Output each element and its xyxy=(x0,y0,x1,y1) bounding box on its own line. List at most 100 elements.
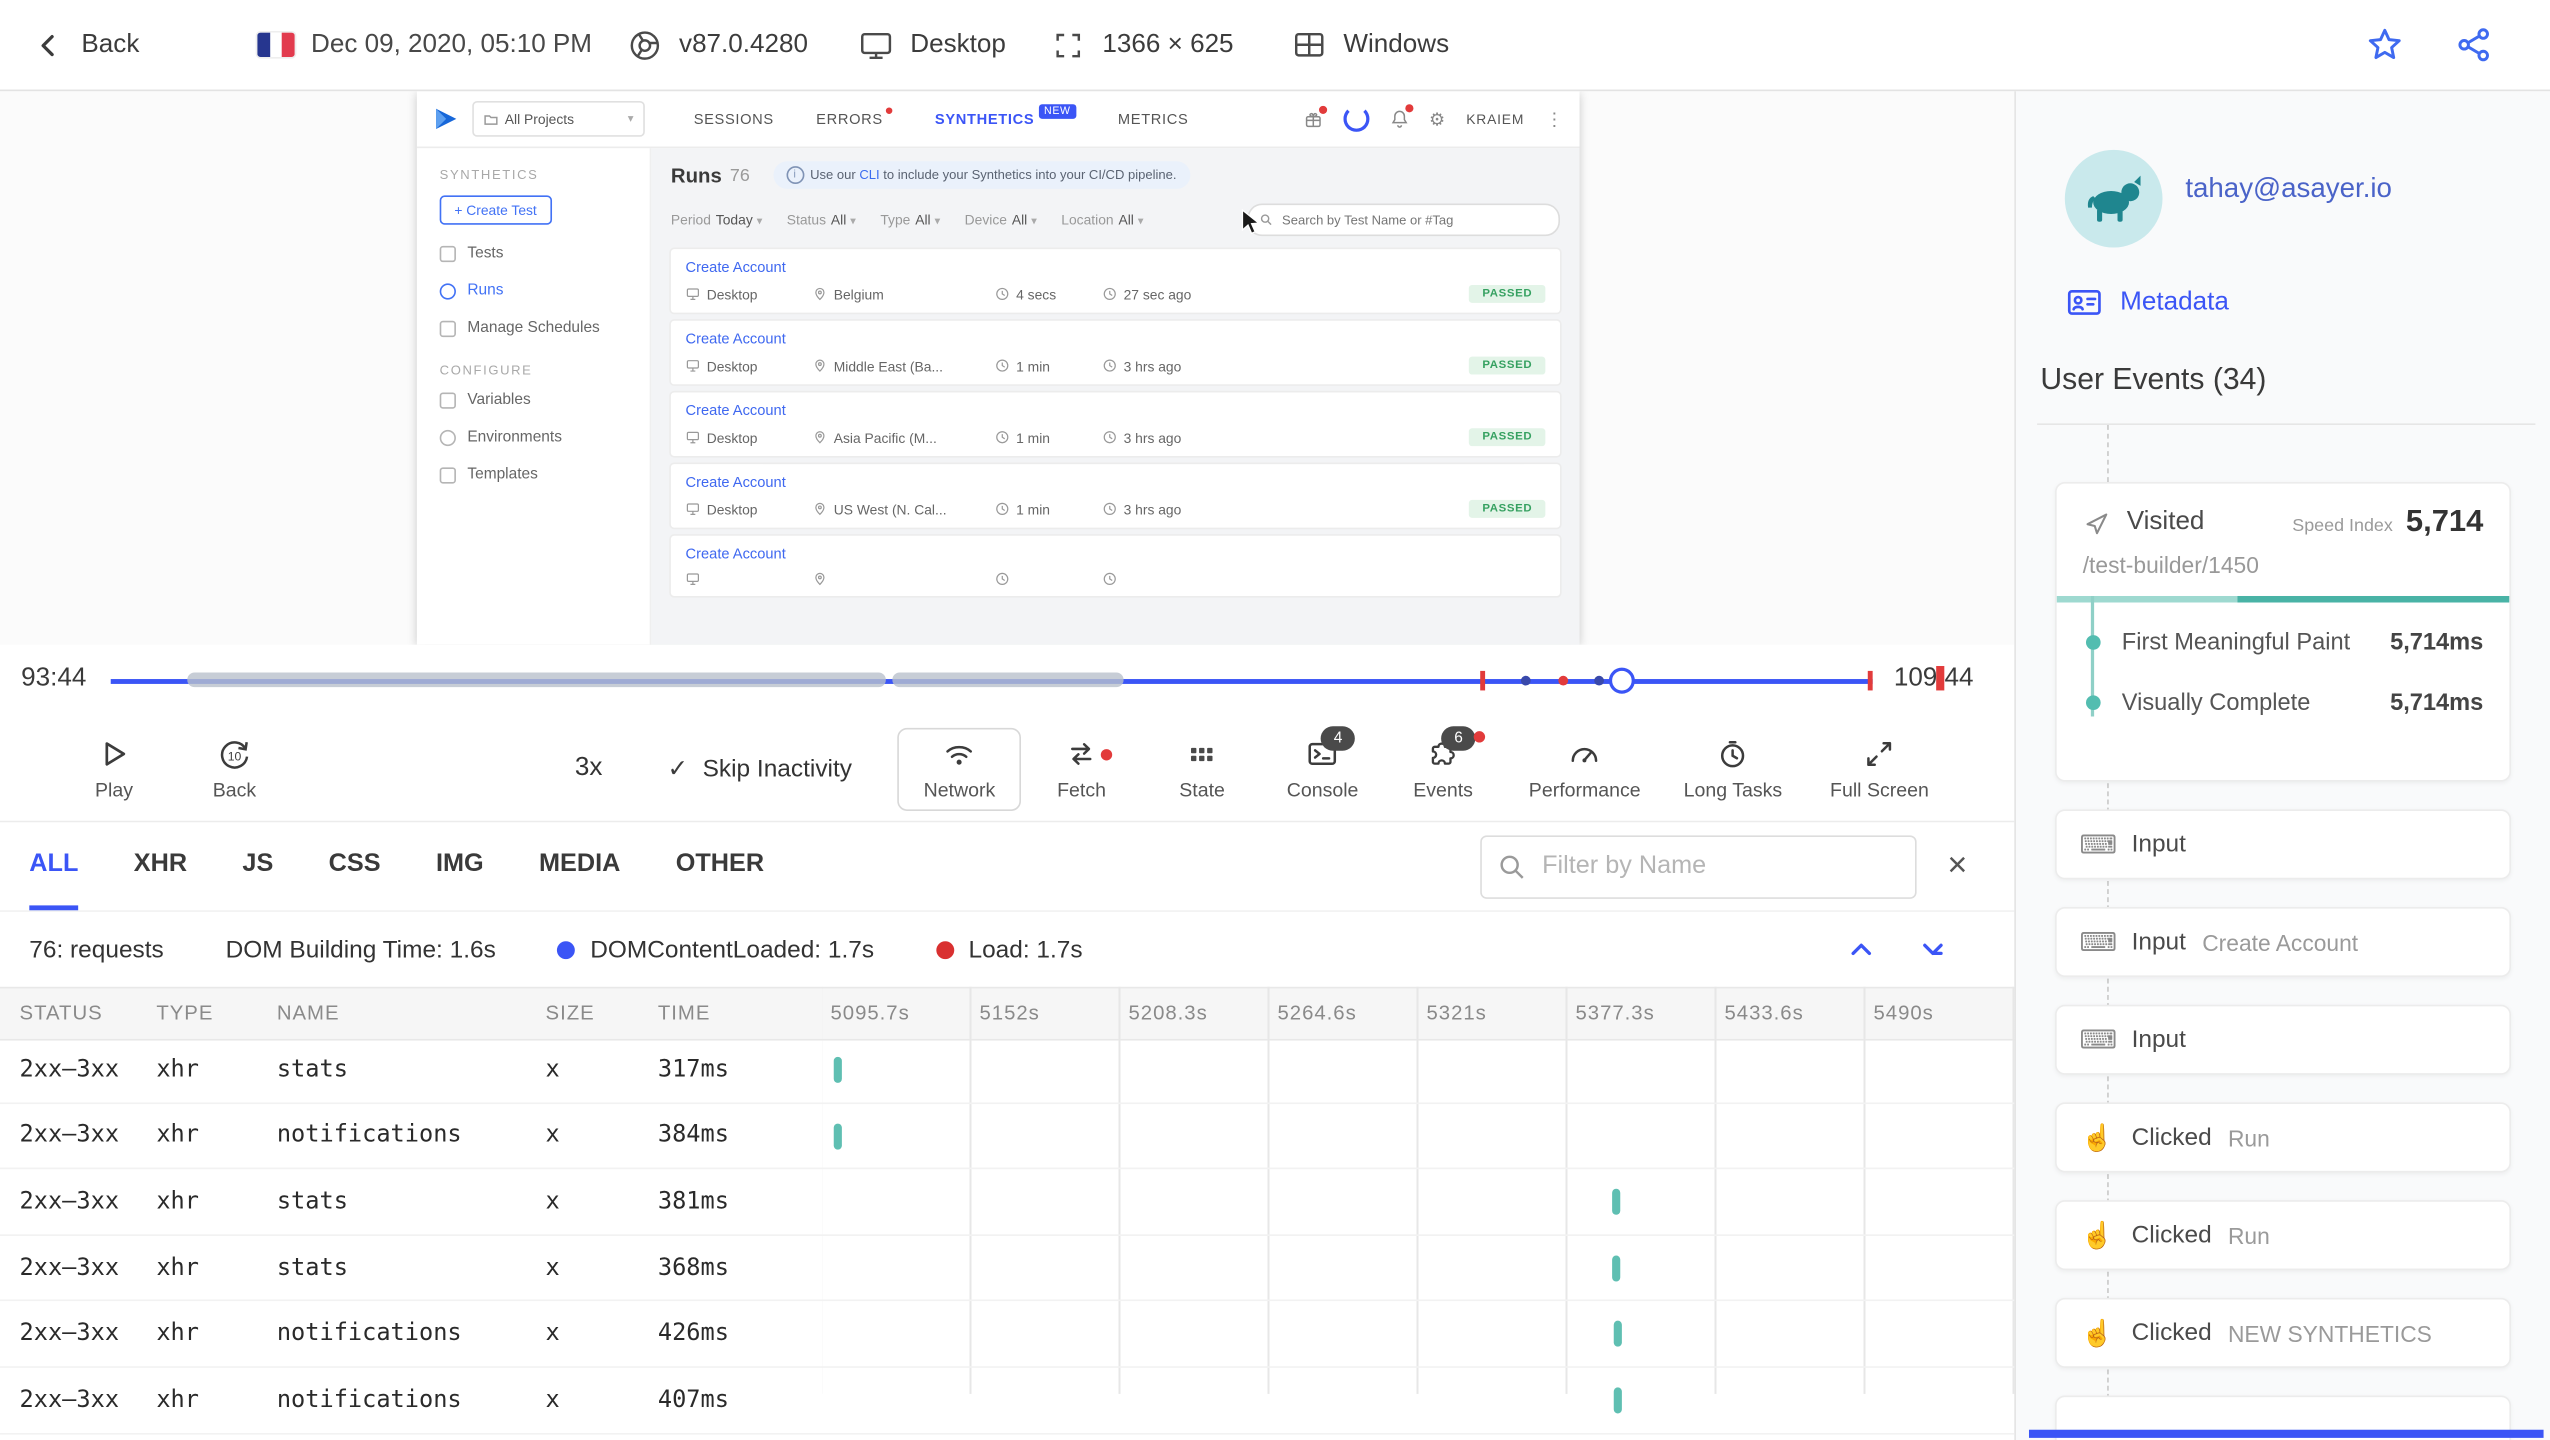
events-puzzle-icon: 6 xyxy=(1425,726,1486,772)
fetch-alert-dot xyxy=(1101,749,1113,761)
event-value: NEW SYNTHETICS xyxy=(2227,1319,2432,1346)
back-10s-icon: 10 xyxy=(217,736,253,772)
events-button[interactable]: 6 Events xyxy=(1383,726,1504,801)
network-tab[interactable]: CSS xyxy=(329,822,381,910)
timeline-event-marker[interactable] xyxy=(1594,675,1605,686)
network-row[interactable]: 2xx–3xx xhr notifications x 384ms xyxy=(0,1103,2015,1170)
monitor-icon xyxy=(686,431,699,444)
timeline-track[interactable] xyxy=(110,645,1873,717)
animal-avatar-icon xyxy=(2087,175,2141,222)
network-tab[interactable]: XHR xyxy=(134,822,187,910)
event-value: Run xyxy=(2227,1124,2270,1151)
request-timing-bar xyxy=(1613,1321,1622,1348)
waterfall-time-label: 5208.3s xyxy=(1128,1000,1208,1024)
run-card: Create Account Desktop Belgium 4 secs 27… xyxy=(670,249,1561,313)
network-tab[interactable]: IMG xyxy=(436,822,484,910)
events-alert-dot xyxy=(1474,731,1486,743)
app-nav-tab: SYNTHETICS NEW xyxy=(935,104,1076,127)
duration-clock-icon xyxy=(996,287,1009,301)
state-icon xyxy=(1184,736,1220,772)
favorite-button[interactable] xyxy=(2364,0,2405,90)
sidebar-item-icon xyxy=(439,245,456,262)
playback-speed-button[interactable]: 3x xyxy=(575,754,603,783)
back-10s-button[interactable]: 10 Back xyxy=(195,736,273,801)
network-row[interactable]: 2xx–3xx xhr notifications x 407ms xyxy=(0,1368,2015,1434)
dom-building-time: DOM Building Time: 1.6s xyxy=(225,935,496,964)
visited-event-card[interactable]: Visited Speed Index 5,714 /test-builder/… xyxy=(2055,482,2511,782)
skip-inactivity-toggle[interactable]: ✓ Skip Inactivity xyxy=(667,754,851,783)
network-tab[interactable]: OTHER xyxy=(676,822,764,910)
search-icon xyxy=(1260,214,1272,226)
filter-dropdown: Device All ▾ xyxy=(964,211,1037,228)
info-icon: i xyxy=(785,166,804,185)
device-type-label: Desktop xyxy=(910,30,1006,58)
user-event-card[interactable]: ☝ Clicked Run xyxy=(2055,1200,2511,1271)
event-connector-line xyxy=(2107,425,2109,483)
dom-content-loaded: DOMContentLoaded: 1.7s xyxy=(557,936,874,963)
status-badge: PASSED xyxy=(1469,428,1546,447)
request-timing-bar xyxy=(1611,1189,1620,1216)
navigate-arrow-icon xyxy=(2083,509,2111,537)
speed-index-label: Speed Index xyxy=(2292,516,2393,536)
network-tab[interactable]: MEDIA xyxy=(539,822,620,910)
pointer-icon: ☝ xyxy=(2081,1319,2114,1348)
operating-system: Windows xyxy=(1291,0,1449,90)
location-pin-icon xyxy=(815,431,825,444)
sidebar-item-icon xyxy=(439,466,456,483)
duration-clock-icon xyxy=(996,502,1009,515)
play-icon xyxy=(96,736,132,772)
network-row[interactable]: 2xx–3xx xhr stats x 368ms xyxy=(0,1236,2015,1302)
network-tab[interactable]: JS xyxy=(242,822,273,910)
session-datetime: Dec 09, 2020, 05:10 PM xyxy=(257,0,592,90)
performance-button[interactable]: Performance xyxy=(1513,736,1656,801)
back-button[interactable]: Back xyxy=(33,0,139,90)
duration-clock-icon xyxy=(996,572,1009,586)
requests-count: 76: requests xyxy=(29,935,164,964)
event-type-label: Clicked xyxy=(2131,1221,2212,1249)
play-button[interactable]: Play xyxy=(75,736,153,801)
pointer-icon: ☝ xyxy=(2081,1124,2114,1153)
timeline-event-marker[interactable] xyxy=(1479,670,1485,691)
jump-down-button[interactable] xyxy=(1917,933,1950,966)
network-tab[interactable]: ALL xyxy=(29,822,79,911)
user-event-card[interactable]: ☝ Clicked Run xyxy=(2055,1102,2511,1173)
full-screen-button[interactable]: Full Screen xyxy=(1813,736,1947,801)
network-button[interactable]: Network xyxy=(897,727,1022,811)
timeline-event-marker[interactable] xyxy=(1867,670,1873,691)
network-row[interactable]: 2xx–3xx xhr stats x 317ms xyxy=(0,1037,2015,1104)
network-row[interactable]: 2xx–3xx xhr stats x 381ms xyxy=(0,1169,2015,1236)
long-tasks-button[interactable]: Long Tasks xyxy=(1663,736,1803,801)
monitor-icon xyxy=(686,573,699,586)
full-screen-icon xyxy=(1862,736,1898,772)
visited-label: Visited xyxy=(2126,508,2205,536)
network-filter-input[interactable] xyxy=(1480,834,1917,899)
close-panel-button[interactable]: × xyxy=(1930,847,1985,886)
waterfall-time-label: 5321s xyxy=(1426,1000,1487,1024)
jump-up-button[interactable] xyxy=(1845,933,1878,966)
user-event-card[interactable]: ⌨ Input xyxy=(2055,809,2511,880)
event-value: Create Account xyxy=(2202,929,2359,956)
timeline-event-marker[interactable] xyxy=(1559,675,1569,686)
gear-icon: ⚙ xyxy=(1428,109,1446,130)
monitor-icon xyxy=(686,360,699,372)
sidebar-scroll-indicator[interactable] xyxy=(2028,1429,2544,1438)
time-ago-clock-icon xyxy=(1103,502,1116,515)
runs-title: Runs xyxy=(670,163,722,187)
fetch-button[interactable]: Fetch xyxy=(1021,736,1142,801)
console-button[interactable]: 4 Console xyxy=(1262,726,1383,801)
user-event-card[interactable]: ⌨ Input Create Account xyxy=(2055,907,2511,978)
app-nav-tab: METRICS NEW xyxy=(1117,110,1189,128)
state-button[interactable]: State xyxy=(1142,736,1263,801)
share-button[interactable] xyxy=(2454,0,2495,90)
replay-mouse-cursor xyxy=(1241,208,1262,236)
app-nav-right-icons: ⚙ KRAIEM ⋮ xyxy=(1304,104,1563,132)
network-row[interactable]: 2xx–3xx xhr notifications x 426ms xyxy=(0,1302,2015,1368)
app-user-menu: KRAIEM xyxy=(1466,110,1525,128)
user-event-card[interactable]: ☝ Clicked NEW SYNTHETICS xyxy=(2055,1297,2511,1368)
load-dot-icon xyxy=(935,940,954,959)
timeline-event-marker[interactable] xyxy=(1520,675,1531,686)
playhead[interactable] xyxy=(1609,666,1636,693)
user-event-card[interactable]: ⌨ Input xyxy=(2055,1004,2511,1075)
metadata-button[interactable]: Metadata xyxy=(2065,283,2229,322)
time-ago-clock-icon xyxy=(1103,431,1116,444)
